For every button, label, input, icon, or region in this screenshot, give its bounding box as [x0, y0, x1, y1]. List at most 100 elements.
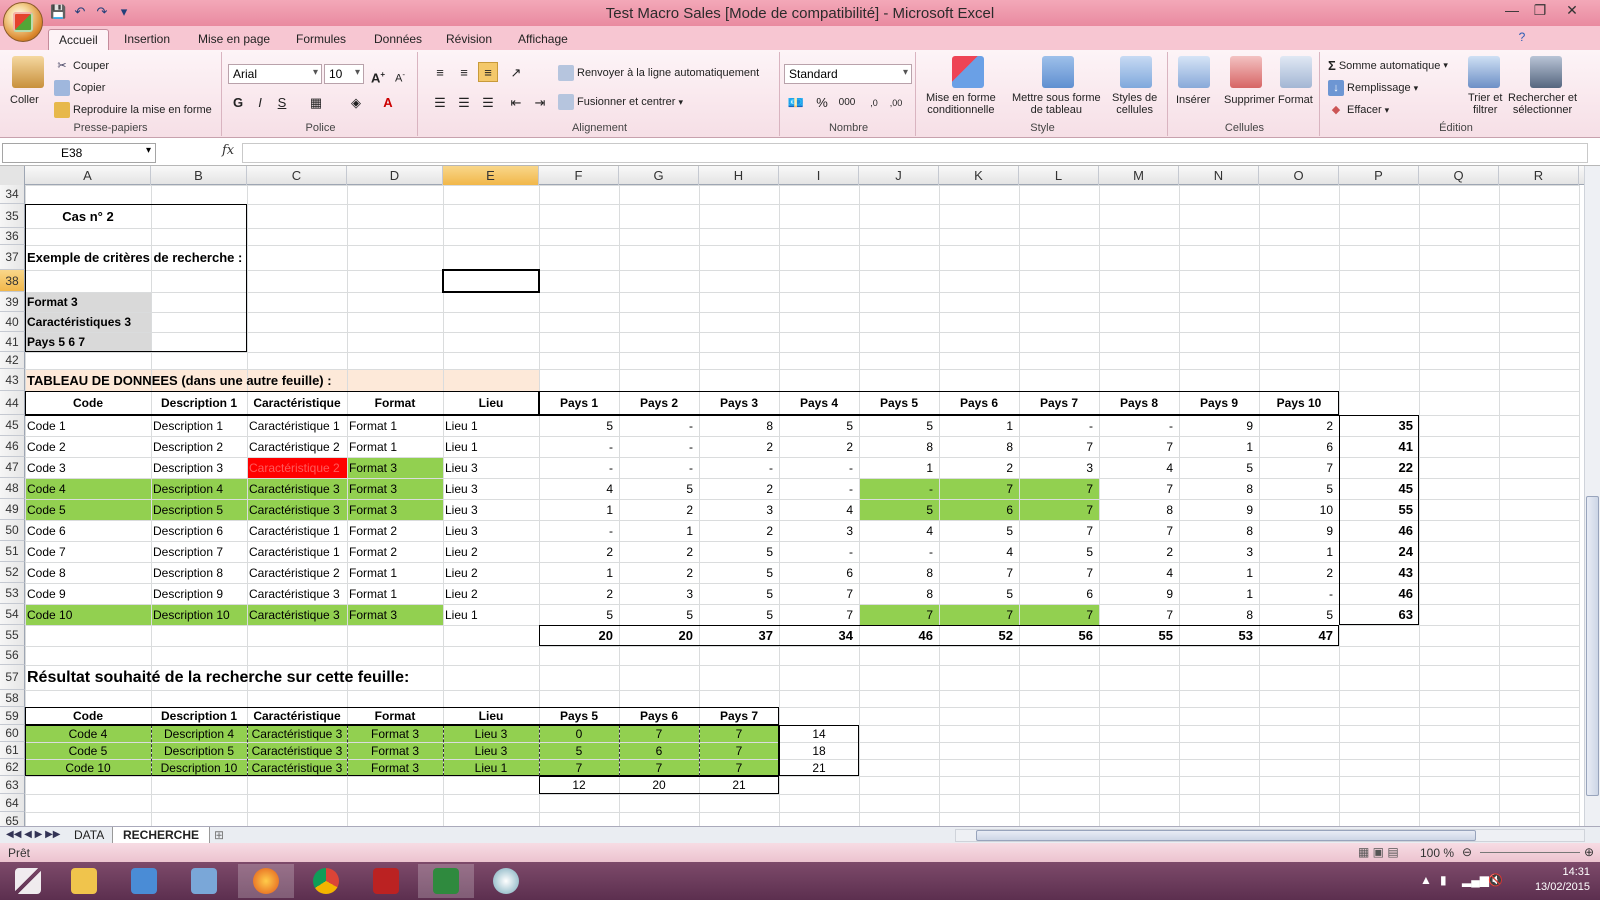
result-header[interactable]: Caractéristique	[247, 707, 347, 725]
align-right-icon[interactable]: ☰	[478, 92, 498, 112]
data-table-cell[interactable]: 8	[699, 415, 779, 436]
column-header-o[interactable]: O	[1259, 166, 1339, 185]
italic-button[interactable]: I	[250, 92, 270, 112]
data-table-cell[interactable]: Caractéristique 3	[247, 583, 347, 604]
column-header-n[interactable]: N	[1179, 166, 1259, 185]
tab-accueil[interactable]: Accueil	[48, 29, 109, 50]
binoculars-icon[interactable]	[1530, 56, 1562, 88]
data-table-cell[interactable]: 1	[1179, 436, 1259, 457]
data-table-cell[interactable]: 6	[1259, 436, 1339, 457]
data-table-header[interactable]: Pays 3	[699, 391, 779, 415]
data-table-cell[interactable]: 3	[619, 583, 699, 604]
data-table-cell[interactable]: Format 1	[347, 436, 443, 457]
column-header-j[interactable]: J	[859, 166, 939, 185]
data-table-cell[interactable]: Code 10	[25, 604, 151, 625]
data-table-cell[interactable]: Lieu 1	[443, 604, 539, 625]
result-total[interactable]: 12	[539, 776, 619, 794]
data-table-cell[interactable]: Format 2	[347, 541, 443, 562]
data-table-header[interactable]: Pays 9	[1179, 391, 1259, 415]
column-header-f[interactable]: F	[539, 166, 619, 185]
data-table-cell[interactable]: Description 3	[151, 457, 247, 478]
select-all-corner[interactable]	[0, 166, 25, 185]
row-header-44[interactable]: 44	[0, 391, 25, 415]
data-table-cell[interactable]: 10	[1259, 499, 1339, 520]
clear-button[interactable]: ◆ Effacer ▾	[1328, 102, 1389, 118]
taskbar-media[interactable]	[358, 864, 414, 898]
data-table-cell[interactable]: 43	[1339, 562, 1419, 583]
taskbar-explorer[interactable]	[56, 864, 112, 898]
data-table-cell[interactable]: 7	[939, 478, 1019, 499]
row-header-50[interactable]: 50	[0, 520, 25, 541]
cut-button[interactable]: ✂ Couper	[54, 58, 109, 74]
data-table-cell[interactable]: 2	[699, 478, 779, 499]
data-table-cell[interactable]: Format 1	[347, 415, 443, 436]
horizontal-scrollbar[interactable]	[955, 829, 1585, 842]
currency-icon[interactable]: 💶	[786, 92, 806, 112]
row-header-60[interactable]: 60	[0, 725, 25, 742]
data-table-cell[interactable]: 3	[1019, 457, 1099, 478]
criteria-item[interactable]: Format 3	[25, 292, 247, 312]
conditional-format-icon[interactable]	[952, 56, 984, 88]
criteria-item[interactable]: Caractéristiques 3	[25, 312, 247, 332]
result-cell[interactable]: 7	[539, 759, 619, 776]
redo-icon[interactable]: ↷	[94, 4, 110, 20]
data-table-cell[interactable]: 9	[1179, 415, 1259, 436]
font-name-select[interactable]: Arial	[228, 64, 322, 84]
data-table-cell[interactable]: 9	[1259, 520, 1339, 541]
data-table-cell[interactable]: 1	[539, 562, 619, 583]
data-table-header[interactable]: Pays 1	[539, 391, 619, 415]
data-table-cell[interactable]: Caractéristique 1	[247, 415, 347, 436]
data-table-header[interactable]: Pays 6	[939, 391, 1019, 415]
cell-styles-button[interactable]: Styles de cellules	[1112, 92, 1157, 116]
data-table-cell[interactable]: 8	[1179, 520, 1259, 541]
result-title[interactable]: Résultat souhaité de la recherche sur ce…	[25, 665, 443, 690]
row-header-37[interactable]: 37	[0, 245, 25, 270]
row-header-57[interactable]: 57	[0, 665, 25, 690]
column-header-a[interactable]: A	[25, 166, 151, 185]
data-table-cell[interactable]: 8	[1179, 604, 1259, 625]
data-table-cell[interactable]: -	[1259, 583, 1339, 604]
insert-icon[interactable]	[1178, 56, 1210, 88]
data-table-cell[interactable]: -	[1019, 415, 1099, 436]
result-cell[interactable]: Description 5	[151, 742, 247, 759]
align-center-icon[interactable]: ☰	[454, 92, 474, 112]
result-cell[interactable]: Code 5	[25, 742, 151, 759]
row-header-39[interactable]: 39	[0, 292, 25, 312]
data-table-cell[interactable]: 46	[1339, 520, 1419, 541]
result-header[interactable]: Description 1	[151, 707, 247, 725]
tray-arrow-icon[interactable]: ▲	[1420, 873, 1432, 887]
row-header-63[interactable]: 63	[0, 776, 25, 794]
thousands-button[interactable]: 000	[834, 92, 860, 112]
data-table-cell[interactable]: Format 3	[347, 457, 443, 478]
data-table-cell[interactable]: 5	[539, 604, 619, 625]
data-table-cell[interactable]: 2	[939, 457, 1019, 478]
result-cell[interactable]: Lieu 1	[443, 759, 539, 776]
data-table-cell[interactable]: 7	[779, 583, 859, 604]
row-header-56[interactable]: 56	[0, 646, 25, 665]
result-cell[interactable]: 7	[619, 725, 699, 742]
sort-filter-button[interactable]: Trier et filtrer	[1468, 92, 1502, 116]
column-total[interactable]: 46	[859, 625, 939, 646]
data-table-cell[interactable]: 7	[1099, 436, 1179, 457]
data-table-cell[interactable]: 7	[1099, 478, 1179, 499]
taskbar-firefox[interactable]	[238, 864, 294, 898]
data-table-cell[interactable]: Caractéristique 1	[247, 520, 347, 541]
insert-function-icon[interactable]: fx	[222, 143, 234, 158]
column-header-h[interactable]: H	[699, 166, 779, 185]
data-table-cell[interactable]: -	[539, 457, 619, 478]
data-table-cell[interactable]: Lieu 2	[443, 541, 539, 562]
table-format-icon[interactable]	[1042, 56, 1074, 88]
format-painter-button[interactable]: Reproduire la mise en forme	[54, 102, 212, 118]
data-table-cell[interactable]: Code 9	[25, 583, 151, 604]
data-table-cell[interactable]: 4	[539, 478, 619, 499]
tray-signal-icon[interactable]: ▂▄▆	[1462, 873, 1489, 887]
data-table-cell[interactable]: -	[779, 478, 859, 499]
worksheet-grid[interactable]: ABCDEFGHIJKLMNOPQR 34 35 36 37 38 39 40 41 42 43 4…	[0, 166, 1584, 826]
column-header-b[interactable]: B	[151, 166, 247, 185]
column-header-e[interactable]: E	[443, 166, 539, 185]
data-table-cell[interactable]: Lieu 3	[443, 499, 539, 520]
result-cell[interactable]: Code 4	[25, 725, 151, 742]
delete-button[interactable]: Supprimer	[1224, 94, 1275, 106]
result-cell[interactable]: Code 10	[25, 759, 151, 776]
column-header-p[interactable]: P	[1339, 166, 1419, 185]
